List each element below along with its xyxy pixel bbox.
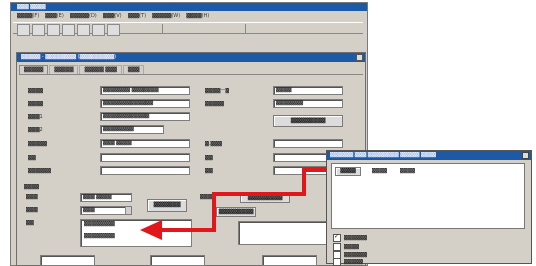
- checkbox-label-4: ▓▓▓▓▓: [344, 259, 364, 265]
- arrow-head: [140, 220, 162, 240]
- checkbox-label-2: ▓▓▓▓: [344, 244, 360, 250]
- popup-col-header-2: ▓▓▓▓: [400, 168, 416, 174]
- checkbox-label-1: ▓▓▓▓▓▓: [344, 235, 368, 241]
- popup-window: ▓▓▓▓▓▓ ▓▓▓ ▓▓▓▓▓▓▓▓ ▓▓▓▓▓ ▓▓▓▓ ▓▓▓▓ ▓▓▓▓…: [326, 150, 532, 266]
- popup-list[interactable]: ▓▓▓▓ ▓▓▓▓ ▓▓▓▓: [331, 163, 525, 229]
- arrow-path: [158, 168, 330, 232]
- popup-title-bar: ▓▓▓▓▓▓ ▓▓▓ ▓▓▓▓▓▓▓▓ ▓▓▓▓▓ ▓▓▓▓: [327, 151, 531, 160]
- popup-check-row[interactable]: ▓▓▓▓▓: [333, 258, 363, 266]
- popup-close-icon[interactable]: [522, 152, 529, 159]
- checkbox-1[interactable]: ✓: [333, 233, 341, 242]
- popup-check-row[interactable]: ▓▓▓▓: [333, 243, 359, 251]
- popup-col-header-1: ▓▓▓▓: [372, 168, 388, 174]
- popup-check-row[interactable]: ✓ ▓▓▓▓▓▓: [333, 233, 368, 242]
- popup-column-button[interactable]: ▓▓▓▓: [335, 167, 361, 176]
- checkbox-2[interactable]: [333, 243, 341, 251]
- popup-title: ▓▓▓▓▓▓ ▓▓▓ ▓▓▓▓▓▓▓▓ ▓▓▓▓▓ ▓▓▓▓: [330, 152, 437, 158]
- checkbox-4[interactable]: [333, 258, 341, 266]
